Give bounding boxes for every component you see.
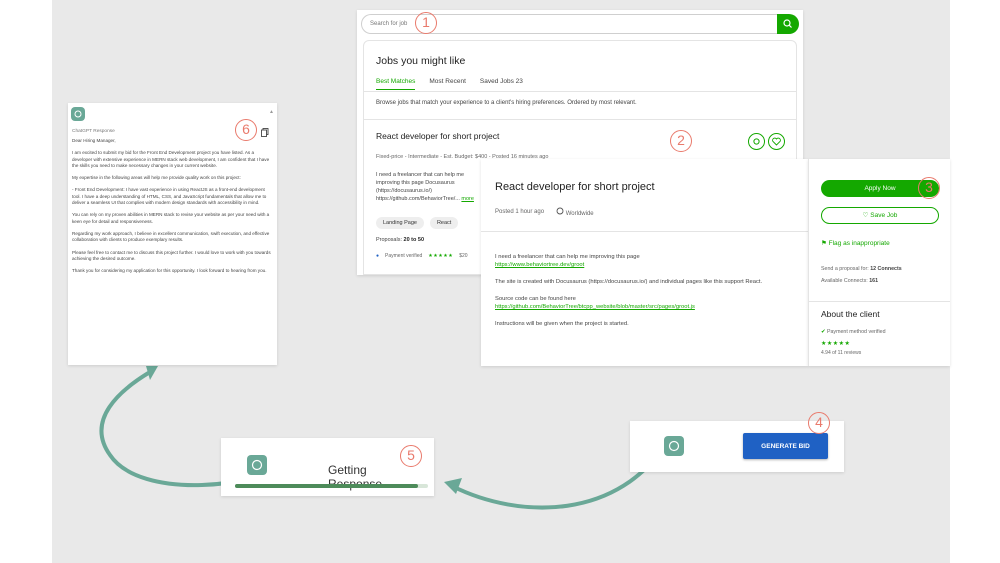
generate-bid-button[interactable]: GENERATE BID [743, 433, 828, 459]
payment-method-verified: ✔ Payment method verified [821, 329, 886, 335]
about-client-heading: About the client [821, 309, 880, 319]
available-label: Available Connects: [821, 278, 868, 284]
step-marker-5: 5 [400, 445, 422, 467]
side-divider [809, 301, 950, 302]
flag-label: Flag as inappropriate [828, 240, 890, 247]
progress-fill [235, 484, 419, 488]
payment-method-text: Payment method verified [826, 329, 886, 335]
chip-react[interactable]: React [429, 217, 459, 229]
flag-link[interactable]: ⚑ Flag as inappropriate [821, 239, 890, 247]
browse-text: Browse jobs that match your experience t… [376, 100, 637, 106]
chatgpt-logo-icon [71, 107, 85, 121]
skill-chips: Landing Page React [376, 217, 459, 229]
location: Worldwide [556, 207, 594, 217]
chat-body: Dear Hiring Manager, I am excited to sub… [72, 138, 272, 280]
step-marker-2: 2 [670, 130, 692, 152]
source-link[interactable]: https://github.com/BehaviorTree/btcpp_we… [495, 304, 695, 310]
step-marker-4: 4 [808, 412, 830, 434]
copy-icon[interactable] [261, 128, 269, 137]
more-link[interactable]: more [461, 196, 474, 202]
chat-paragraph: You can rely on my proven abilities in M… [72, 212, 270, 224]
available-value: 161 [869, 278, 879, 284]
chat-paragraph: Thank you for considering my application… [72, 268, 267, 274]
tabs-divider [364, 91, 796, 92]
step-marker-6: 6 [235, 119, 257, 141]
groot-link[interactable]: https://www.behaviortree.dev/groot [495, 262, 584, 268]
spent-amount: $20 [459, 253, 468, 259]
client-reviews: 4.94 of 11 reviews [821, 350, 862, 356]
connects-info: Send a proposal for: 12 Connects Availab… [821, 263, 902, 287]
chatgpt-response-panel: ▲ ChatGPT Response Dear Hiring Manager, … [68, 103, 277, 365]
proposals-label: Proposals: [376, 237, 402, 243]
detail-meta: Posted 1 hour ago Worldwide [495, 207, 594, 217]
chatgpt-logo-icon [664, 436, 684, 456]
detail-body: I need a freelancer that can help me imp… [495, 253, 795, 337]
detail-divider [481, 231, 808, 232]
chat-paragraph: Regarding my work approach, I believe in… [72, 230, 270, 243]
payment-verified-text: Payment verified [385, 253, 423, 259]
check-icon: ✔ [821, 329, 826, 335]
send-label: Send a proposal for: [821, 266, 869, 272]
step-marker-3: 3 [918, 177, 940, 199]
search-icon [783, 19, 792, 28]
detail-para-2: The site is created with Docusaurus (htt… [495, 279, 763, 285]
jobs-tabs: Best Matches Most Recent Saved Jobs 23 [376, 78, 523, 90]
save-job-button[interactable]: ♡ Save Job [821, 207, 939, 224]
posted-time: Posted 1 hour ago [495, 209, 545, 215]
send-value: 12 Connects [870, 266, 902, 272]
collapse-icon[interactable]: ▲ [269, 109, 274, 115]
flag-icon: ⚑ [821, 240, 827, 247]
detail-para-3: Source code can be found here [495, 296, 576, 302]
job-card-description: I need a freelancer that can help me imp… [376, 171, 486, 203]
verified-icon: ● [376, 253, 380, 259]
chat-paragraph: I am excited to submit my bid for the Fr… [72, 150, 270, 168]
globe-icon [556, 207, 564, 215]
detail-para-1: I need a freelancer that can help me imp… [495, 254, 640, 260]
detail-para-4: Instructions will be given when the proj… [495, 321, 629, 327]
search-button[interactable] [777, 14, 799, 34]
save-heart-button[interactable] [768, 133, 785, 150]
chat-label: ChatGPT Response [72, 129, 115, 134]
getting-response-panel: Getting Response... [221, 438, 434, 496]
rating-stars: ★★★★★ [428, 253, 454, 259]
chat-paragraph: - Front End Development: I have vast exp… [72, 187, 267, 206]
detail-title: React developer for short project [495, 181, 655, 193]
payment-row: ● Payment verified ★★★★★ $20 [376, 253, 468, 259]
tab-best-matches[interactable]: Best Matches [376, 78, 416, 90]
job-card-description-text: I need a freelancer that can help me imp… [376, 172, 465, 202]
save-job-label: Save Job [870, 212, 898, 219]
step-marker-1: 1 [415, 12, 437, 34]
proposals: Proposals: 20 to 50 [376, 237, 424, 243]
chatgpt-logo-icon [247, 455, 267, 475]
proposals-value: 20 to 50 [403, 237, 425, 243]
tab-most-recent[interactable]: Most Recent [429, 78, 466, 90]
heart-icon: ♡ [862, 212, 869, 219]
location-text: Worldwide [565, 211, 594, 217]
chat-paragraph: My expertise in the following areas will… [72, 175, 241, 181]
job-detail-panel: React developer for short project Posted… [481, 159, 808, 366]
chip-landing-page[interactable]: Landing Page [376, 217, 424, 229]
dislike-button[interactable] [748, 133, 765, 150]
tab-saved-jobs[interactable]: Saved Jobs 23 [480, 78, 523, 90]
thumbs-down-icon [753, 138, 760, 145]
heart-icon [772, 137, 781, 146]
divider [364, 119, 796, 120]
progress-bar [235, 484, 428, 488]
jobs-title: Jobs you might like [376, 55, 466, 67]
client-stars: ★★★★★ [821, 341, 851, 347]
job-card-title[interactable]: React developer for short project [376, 131, 499, 141]
chat-paragraph: Please feel free to contact me to discus… [72, 249, 271, 261]
